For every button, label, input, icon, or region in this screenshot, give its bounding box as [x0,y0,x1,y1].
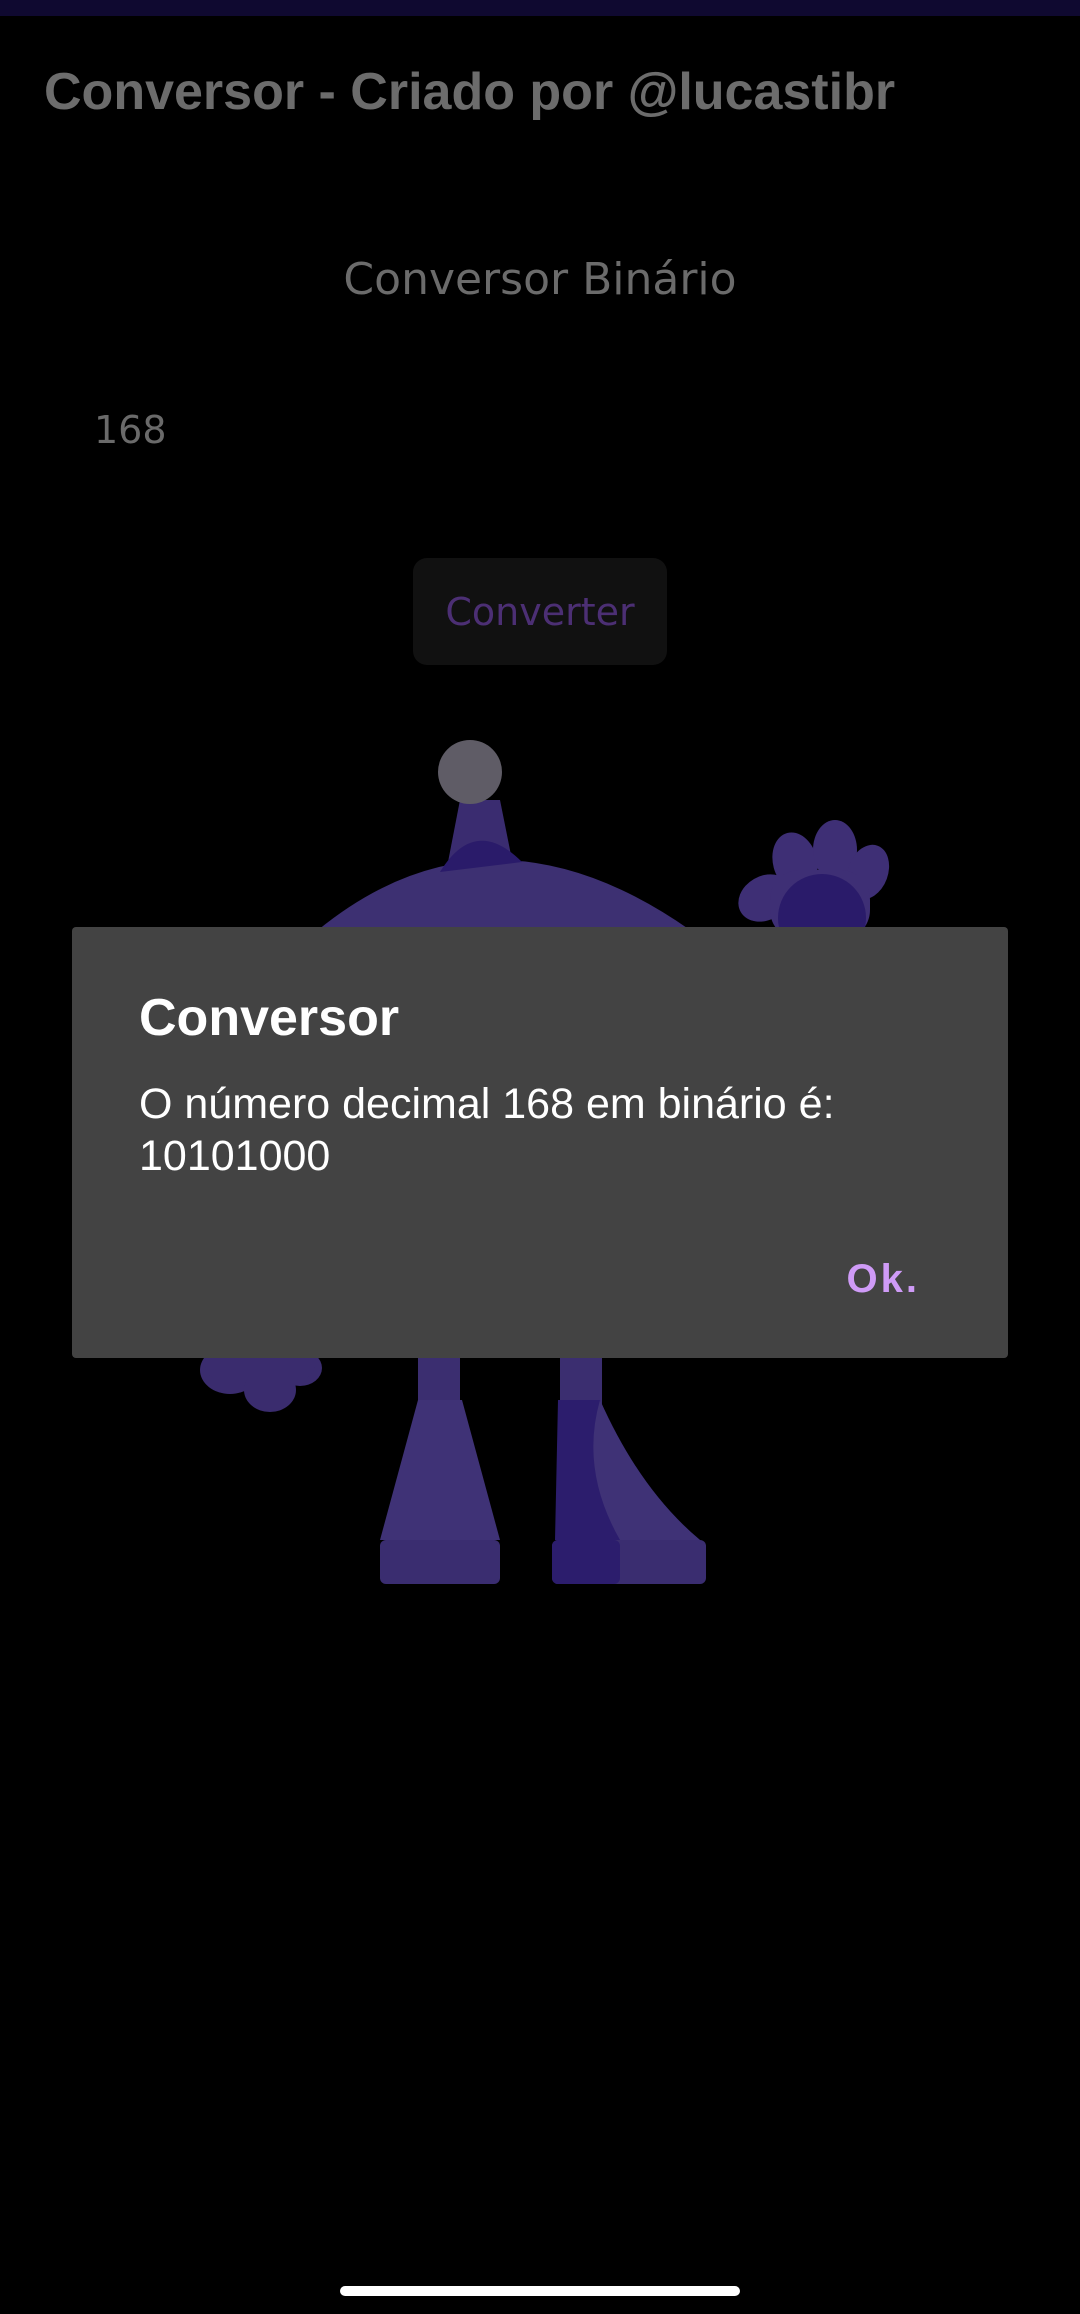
app-screen: Conversor - Criado por @lucastibr Conver… [0,0,1080,2314]
result-dialog: Conversor O número decimal 168 em binári… [72,927,1008,1358]
dialog-title: Conversor [139,989,400,1047]
dialog-message: O número decimal 168 em binário é: 10101… [139,1080,835,1180]
ok-button[interactable]: Ok. [847,1257,920,1302]
home-indicator[interactable] [340,2286,740,2296]
